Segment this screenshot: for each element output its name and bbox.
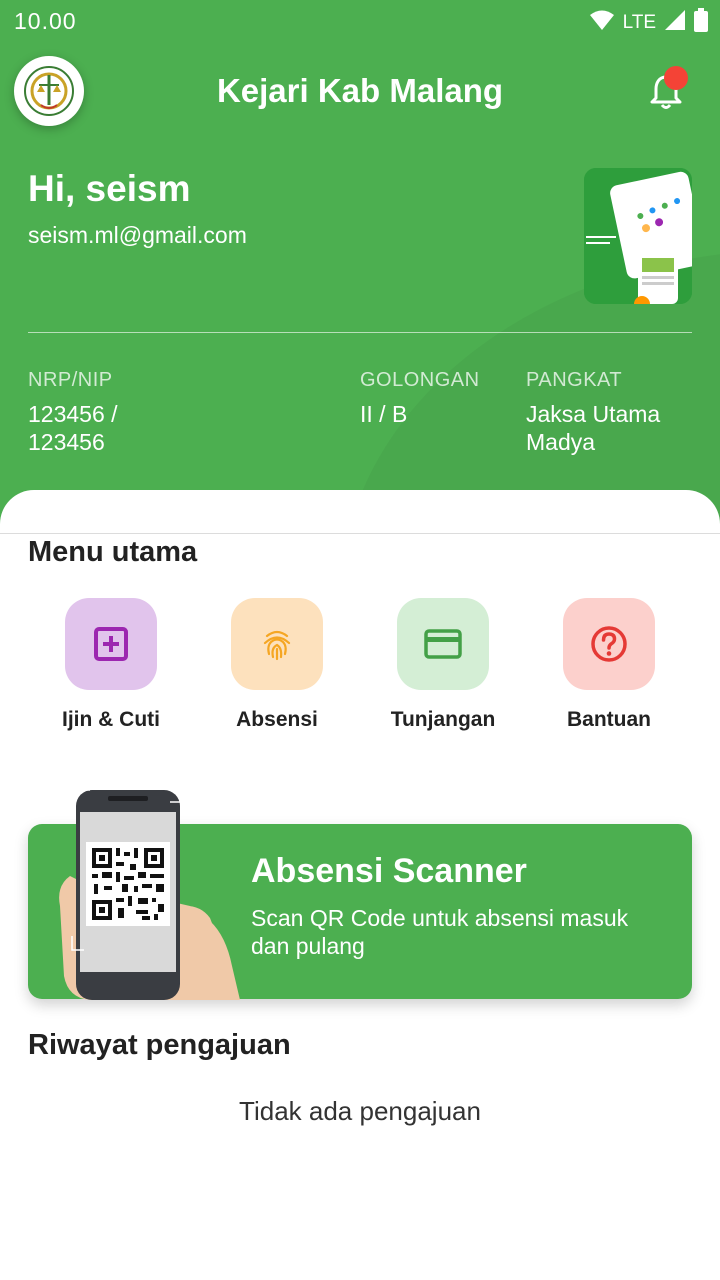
nrp-value: 123456 / 123456: [28, 401, 118, 455]
app-title: Kejari Kab Malang: [216, 72, 504, 109]
qr-phone-icon: [59, 789, 240, 1000]
menu-item-ijin-cuti[interactable]: Ijin & Cuti: [28, 598, 194, 738]
network-type: LTE: [622, 11, 656, 33]
app-promo-image[interactable]: [584, 168, 692, 304]
card-icon: [424, 629, 462, 659]
menu-label-absensi: Absensi: [236, 708, 318, 731]
history-section-title: Riwayat pengajuan: [28, 1029, 291, 1061]
golongan-label: GOLONGAN: [360, 369, 480, 391]
menu-tile-bantuan[interactable]: [563, 598, 655, 690]
header-divider: [28, 332, 692, 333]
pangkat-label: PANGKAT: [526, 369, 623, 391]
user-email: seism.ml@gmail.com: [28, 222, 247, 248]
qr-phone-illustration: [50, 786, 240, 1000]
battery-icon: [694, 8, 708, 37]
golongan-value: II / B: [360, 401, 408, 427]
nrp-label: NRP/NIP: [28, 369, 113, 391]
add-box-icon: [94, 627, 128, 661]
menu-label-bantuan: Bantuan: [567, 708, 651, 731]
menu-label-ijin-cuti: Ijin & Cuti: [62, 708, 160, 731]
promo-illustration-icon: [584, 168, 692, 304]
status-bar: 10.00 LTE: [0, 0, 720, 42]
help-circle-icon: [591, 626, 627, 662]
sheet-divider: [0, 533, 720, 534]
scanner-description: Scan QR Code untuk absensi masuk dan pul…: [251, 905, 629, 959]
menu-label-tunjangan: Tunjangan: [390, 708, 496, 731]
menu-item-bantuan[interactable]: Bantuan: [526, 598, 692, 738]
pangkat-value: Jaksa Utama Madya: [526, 401, 661, 455]
menu-item-tunjangan[interactable]: Tunjangan: [360, 598, 526, 738]
menu-tile-absensi[interactable]: [231, 598, 323, 690]
menu-tile-ijin-cuti[interactable]: [65, 598, 157, 690]
status-time: 10.00: [14, 8, 77, 34]
wifi-icon: [589, 9, 615, 36]
greeting-text: Hi, seism: [28, 168, 191, 209]
notification-badge: [664, 66, 688, 90]
fingerprint-icon: [263, 630, 291, 661]
menu-tile-tunjangan[interactable]: [397, 598, 489, 690]
scanner-title: Absensi Scanner: [251, 852, 527, 890]
menu-item-absensi[interactable]: Absensi: [194, 598, 360, 738]
signal-icon: [664, 9, 686, 36]
menu-section-title: Menu utama: [28, 536, 198, 568]
history-empty-state: Tidak ada pengajuan: [239, 1096, 481, 1126]
